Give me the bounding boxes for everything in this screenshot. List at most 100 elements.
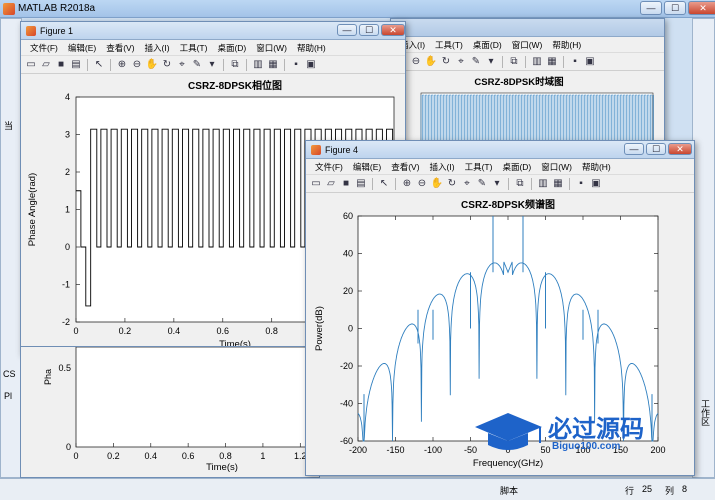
pointer-icon[interactable]: ↖ bbox=[93, 59, 105, 71]
colorbar-icon[interactable]: ▥ bbox=[537, 178, 549, 190]
pan-icon[interactable]: ✋ bbox=[431, 178, 443, 190]
maximize-button[interactable]: ☐ bbox=[664, 1, 686, 15]
show-tools-icon[interactable]: ▣ bbox=[590, 178, 602, 190]
figure-4-maximize[interactable]: ☐ bbox=[646, 143, 666, 155]
figure-1-menu-2[interactable]: 查看(V) bbox=[386, 161, 424, 173]
toolbar-separator bbox=[563, 55, 564, 68]
figure-0-menu-6[interactable]: 窗口(W) bbox=[251, 42, 292, 54]
show-tools-icon[interactable]: ▣ bbox=[584, 56, 596, 68]
lower-xtick-label: 0.8 bbox=[219, 451, 232, 461]
background-menu-2[interactable]: 桌面(D) bbox=[468, 39, 507, 51]
app-title: MATLAB R2018a bbox=[18, 3, 96, 14]
new-file-icon[interactable]: ▭ bbox=[310, 178, 322, 190]
link-icon[interactable]: ⧉ bbox=[229, 59, 241, 71]
figure-1-menu-7[interactable]: 帮助(H) bbox=[577, 161, 616, 173]
figure-1-menu-6[interactable]: 窗口(W) bbox=[536, 161, 577, 173]
save-icon[interactable]: ■ bbox=[340, 178, 352, 190]
background-menu-4[interactable]: 帮助(H) bbox=[547, 39, 586, 51]
toolbar-separator bbox=[110, 58, 111, 71]
data-cursor-icon[interactable]: ⌖ bbox=[176, 59, 188, 71]
dropdown-arrow-icon[interactable]: ▾ bbox=[491, 178, 503, 190]
minimize-button[interactable]: — bbox=[640, 1, 662, 15]
figure-0-menu-5[interactable]: 桌面(D) bbox=[212, 42, 251, 54]
figure-4-toolbar: ▭ ▱ ■ ▤ ↖ ⊕ ⊖ ✋ ↻ ⌖ ✎ ▾ ⧉ ▥ ▦ ▪ ▣ bbox=[306, 175, 694, 193]
background-figure-menubar: 插入(I) 工具(T) 桌面(D) 窗口(W) 帮助(H) bbox=[391, 37, 664, 53]
figure-4-minimize[interactable]: — bbox=[624, 143, 644, 155]
rotate-icon[interactable]: ↻ bbox=[161, 59, 173, 71]
save-icon[interactable]: ■ bbox=[55, 59, 67, 71]
figure-1-menu-1[interactable]: 编辑(E) bbox=[348, 161, 386, 173]
figure-0-menu-4[interactable]: 工具(T) bbox=[175, 42, 213, 54]
figure-1-menu-4[interactable]: 工具(T) bbox=[460, 161, 498, 173]
figure-1-menu-5[interactable]: 桌面(D) bbox=[497, 161, 536, 173]
figure-1-menu-3[interactable]: 插入(I) bbox=[425, 161, 460, 173]
figure-0-menu-1[interactable]: 编辑(E) bbox=[63, 42, 101, 54]
pan-icon[interactable]: ✋ bbox=[146, 59, 158, 71]
new-file-icon[interactable]: ▭ bbox=[25, 59, 37, 71]
zoom-out-icon[interactable]: ⊖ bbox=[416, 178, 428, 190]
legend-icon[interactable]: ▦ bbox=[546, 56, 558, 68]
figure-1-menu-0[interactable]: 文件(F) bbox=[310, 161, 348, 173]
spectrum-ytick-label: 40 bbox=[343, 249, 353, 259]
open-file-icon[interactable]: ▱ bbox=[40, 59, 52, 71]
lower-ytick-1: 0.5 bbox=[58, 363, 71, 373]
lower-xtick-label: 0 bbox=[73, 451, 78, 461]
link-icon[interactable]: ⧉ bbox=[514, 178, 526, 190]
colorbar-icon[interactable]: ▥ bbox=[252, 59, 264, 71]
data-cursor-icon[interactable]: ⌖ bbox=[455, 56, 467, 68]
figure-1-close[interactable]: ✕ bbox=[381, 24, 405, 36]
brush-icon[interactable]: ✎ bbox=[470, 56, 482, 68]
link-icon[interactable]: ⧉ bbox=[508, 56, 520, 68]
toolbar-separator bbox=[284, 58, 285, 71]
matlab-icon bbox=[3, 3, 15, 15]
figure-4-close[interactable]: ✕ bbox=[668, 143, 692, 155]
zoom-out-icon[interactable]: ⊖ bbox=[410, 56, 422, 68]
figure-icon bbox=[311, 145, 321, 155]
background-figure-toolbar: ⊕⊖✋↻⌖✎▾⧉▥▦▪▣ bbox=[391, 53, 664, 71]
legend-icon[interactable]: ▦ bbox=[552, 178, 564, 190]
show-tools-icon[interactable]: ▣ bbox=[305, 59, 317, 71]
brush-icon[interactable]: ✎ bbox=[191, 59, 203, 71]
data-cursor-icon[interactable]: ⌖ bbox=[461, 178, 473, 190]
pointer-icon[interactable]: ↖ bbox=[378, 178, 390, 190]
figure-1-toolbar: ▭ ▱ ■ ▤ ↖ ⊕ ⊖ ✋ ↻ ⌖ ✎ ▾ ⧉ ▥ ▦ ▪ ▣ bbox=[21, 56, 405, 74]
hide-tools-icon[interactable]: ▪ bbox=[575, 178, 587, 190]
figure-1-menubar: 文件(F) 编辑(E) 查看(V) 插入(I) 工具(T) 桌面(D) 窗口(W) 帮助(H) bbox=[21, 40, 405, 56]
figure-1-titlebar: Figure 1 — ☐ ✕ bbox=[21, 22, 405, 40]
figure-1-minimize[interactable]: — bbox=[337, 24, 357, 36]
dropdown-arrow-icon[interactable]: ▾ bbox=[206, 59, 218, 71]
lower-figure-window[interactable]: Pha 0.5 0 0 0.2 0.4 0.6 0.8 1 1.2 Time(s) bbox=[20, 346, 320, 478]
rotate-icon[interactable]: ↻ bbox=[446, 178, 458, 190]
left-desktop-strip: 当 CS Pl bbox=[0, 18, 22, 478]
background-figure-window[interactable]: 插入(I)工具(T)桌面(D)窗口(W)帮助(H) ⊕⊖✋↻⌖✎▾⧉▥▦▪▣ C… bbox=[390, 18, 665, 158]
figure-1-maximize[interactable]: ☐ bbox=[359, 24, 379, 36]
figure-0-menu-7[interactable]: 帮助(H) bbox=[292, 42, 331, 54]
hide-tools-icon[interactable]: ▪ bbox=[290, 59, 302, 71]
figure-0-menu-3[interactable]: 插入(I) bbox=[140, 42, 175, 54]
legend-icon[interactable]: ▦ bbox=[267, 59, 279, 71]
workspace-label[interactable]: 工作区 bbox=[699, 399, 712, 426]
figure-0-menu-0[interactable]: 文件(F) bbox=[25, 42, 63, 54]
pan-icon[interactable]: ✋ bbox=[425, 56, 437, 68]
status-col-value: 8 bbox=[682, 484, 688, 494]
figure-0-menu-2[interactable]: 查看(V) bbox=[101, 42, 139, 54]
brush-icon[interactable]: ✎ bbox=[476, 178, 488, 190]
hide-tools-icon[interactable]: ▪ bbox=[569, 56, 581, 68]
zoom-out-icon[interactable]: ⊖ bbox=[131, 59, 143, 71]
dropdown-arrow-icon[interactable]: ▾ bbox=[485, 56, 497, 68]
phase-ylabel: Phase Angle(rad) bbox=[27, 173, 38, 246]
zoom-in-icon[interactable]: ⊕ bbox=[116, 59, 128, 71]
rotate-icon[interactable]: ↻ bbox=[440, 56, 452, 68]
background-menu-1[interactable]: 工具(T) bbox=[430, 39, 468, 51]
open-file-icon[interactable]: ▱ bbox=[325, 178, 337, 190]
print-icon[interactable]: ▤ bbox=[355, 178, 367, 190]
colorbar-icon[interactable]: ▥ bbox=[531, 56, 543, 68]
toolbar-separator bbox=[223, 58, 224, 71]
spectrum-ytick-label: 60 bbox=[343, 211, 353, 221]
background-menu-3[interactable]: 窗口(W) bbox=[507, 39, 548, 51]
spectrum-ylabel: Power(dB) bbox=[314, 306, 325, 351]
phase-xtick-label: 0.6 bbox=[217, 326, 230, 336]
close-button[interactable]: ✕ bbox=[688, 1, 715, 15]
print-icon[interactable]: ▤ bbox=[70, 59, 82, 71]
zoom-in-icon[interactable]: ⊕ bbox=[401, 178, 413, 190]
